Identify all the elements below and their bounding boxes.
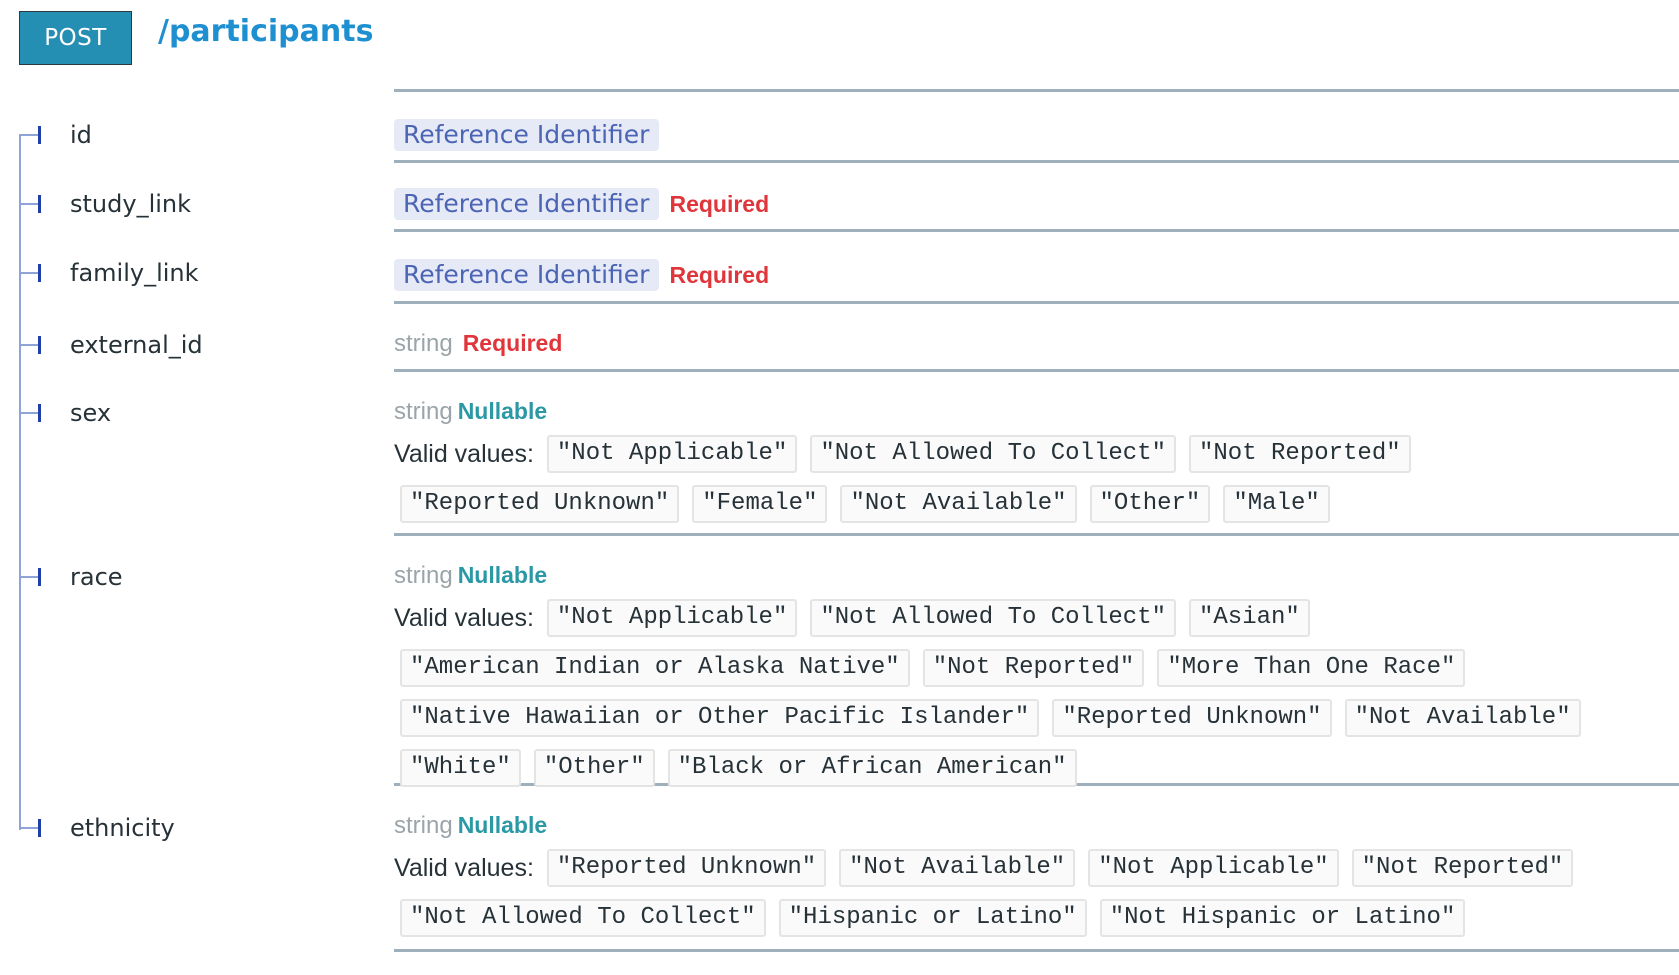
valid-value-chip: "Reported Unknown": [546, 849, 827, 887]
field-row-ethnicity: ethnicity: [19, 813, 175, 843]
valid-value-chip: "Black or African American": [667, 749, 1077, 787]
reference-type-badge[interactable]: Reference Identifier: [394, 119, 660, 151]
nullable-flag: Nullable: [457, 562, 548, 588]
field-name: external_id: [70, 331, 203, 359]
field-row-family-link: family_link: [19, 258, 199, 288]
http-method-badge[interactable]: POST: [19, 11, 132, 65]
tree-branch-icon: [19, 336, 41, 354]
field-type-cell: string Nullable: [394, 812, 547, 840]
nullable-flag: Nullable: [457, 812, 548, 838]
reference-type-badge[interactable]: Reference Identifier: [394, 259, 660, 291]
required-flag: Required: [669, 191, 770, 217]
valid-value-chip: "More Than One Race": [1157, 649, 1466, 687]
field-name: race: [70, 563, 123, 591]
valid-values-label: Valid values:: [394, 853, 534, 882]
valid-value-chip: "Not Reported": [1189, 435, 1411, 473]
field-row-study-link: study_link: [19, 189, 191, 219]
row-divider: [394, 229, 1679, 232]
valid-values-label: Valid values:: [394, 439, 534, 468]
valid-value-chip: "Female": [692, 485, 828, 523]
valid-value-chip: "American Indian or Alaska Native": [400, 649, 910, 687]
valid-value-chip: "Not Reported": [1351, 849, 1574, 887]
valid-value-chip: "Not Applicable": [1088, 849, 1339, 887]
tree-branch-icon: [19, 195, 41, 213]
valid-values-list: Valid values: "Reported Unknown" "Not Av…: [394, 849, 1674, 937]
field-name: id: [70, 121, 92, 149]
valid-value-chip: "Other": [1089, 485, 1211, 523]
valid-value-chip: "Not Allowed To Collect": [400, 899, 766, 937]
tree-branch-icon: [19, 126, 41, 144]
row-divider: [394, 533, 1679, 536]
field-type: string: [394, 812, 453, 839]
valid-value-chip: "Asian": [1189, 599, 1310, 637]
field-type-cell: Reference Identifier: [394, 119, 660, 151]
required-flag: Required: [669, 262, 770, 288]
row-divider: [394, 949, 1679, 952]
field-row-external-id: external_id: [19, 330, 203, 360]
valid-value-chip: "Not Applicable": [546, 435, 798, 473]
valid-values-label: Valid values:: [394, 603, 534, 632]
valid-value-chip: "Other": [533, 749, 655, 787]
row-divider: [394, 160, 1679, 163]
valid-value-chip: "Not Available": [840, 485, 1077, 523]
tree-connector-line: [19, 135, 21, 830]
endpoint-path: /participants: [158, 14, 374, 49]
valid-value-chip: "Reported Unknown": [1052, 699, 1332, 737]
field-row-sex: sex: [19, 398, 111, 428]
field-type-cell: Reference Identifier Required: [394, 188, 769, 220]
field-type-cell: string Required: [394, 330, 562, 358]
tree-branch-icon: [19, 264, 41, 282]
field-type-cell: string Nullable: [394, 562, 547, 590]
field-type-cell: Reference Identifier Required: [394, 259, 769, 291]
required-flag: Required: [462, 330, 563, 356]
field-row-race: race: [19, 562, 123, 592]
row-divider: [394, 89, 1679, 92]
valid-value-chip: "Not Hispanic or Latino": [1099, 899, 1466, 937]
valid-value-chip: "Male": [1223, 485, 1330, 523]
field-name: study_link: [70, 190, 192, 218]
valid-value-chip: "Reported Unknown": [400, 485, 680, 523]
valid-value-chip: "Not Applicable": [546, 599, 798, 637]
field-name: ethnicity: [70, 814, 175, 842]
reference-type-badge[interactable]: Reference Identifier: [394, 188, 660, 220]
valid-value-chip: "Not Allowed To Collect": [810, 599, 1176, 637]
field-name: sex: [70, 399, 112, 427]
field-name: family_link: [70, 259, 199, 287]
valid-values-list: Valid values: "Not Applicable" "Not Allo…: [394, 599, 1674, 787]
field-type: string: [394, 562, 453, 589]
valid-value-chip: "Hispanic or Latino": [778, 899, 1087, 937]
tree-branch-icon: [19, 819, 41, 837]
nullable-flag: Nullable: [457, 398, 548, 424]
valid-value-chip: "Not Available": [839, 849, 1076, 887]
field-type-cell: string Nullable: [394, 398, 547, 426]
valid-value-chip: "White": [400, 749, 521, 787]
tree-branch-icon: [19, 568, 41, 586]
valid-value-chip: "Not Reported": [922, 649, 1145, 687]
field-type: string: [394, 398, 453, 425]
field-type: string: [394, 330, 453, 357]
valid-value-chip: "Native Hawaiian or Other Pacific Island…: [400, 699, 1040, 737]
row-divider: [394, 301, 1679, 304]
valid-value-chip: "Not Available": [1344, 699, 1581, 737]
field-row-id: id: [19, 120, 92, 150]
valid-value-chip: "Not Allowed To Collect": [810, 435, 1176, 473]
tree-branch-icon: [19, 404, 41, 422]
row-divider: [394, 369, 1679, 372]
valid-values-list: Valid values: "Not Applicable" "Not Allo…: [394, 435, 1674, 523]
